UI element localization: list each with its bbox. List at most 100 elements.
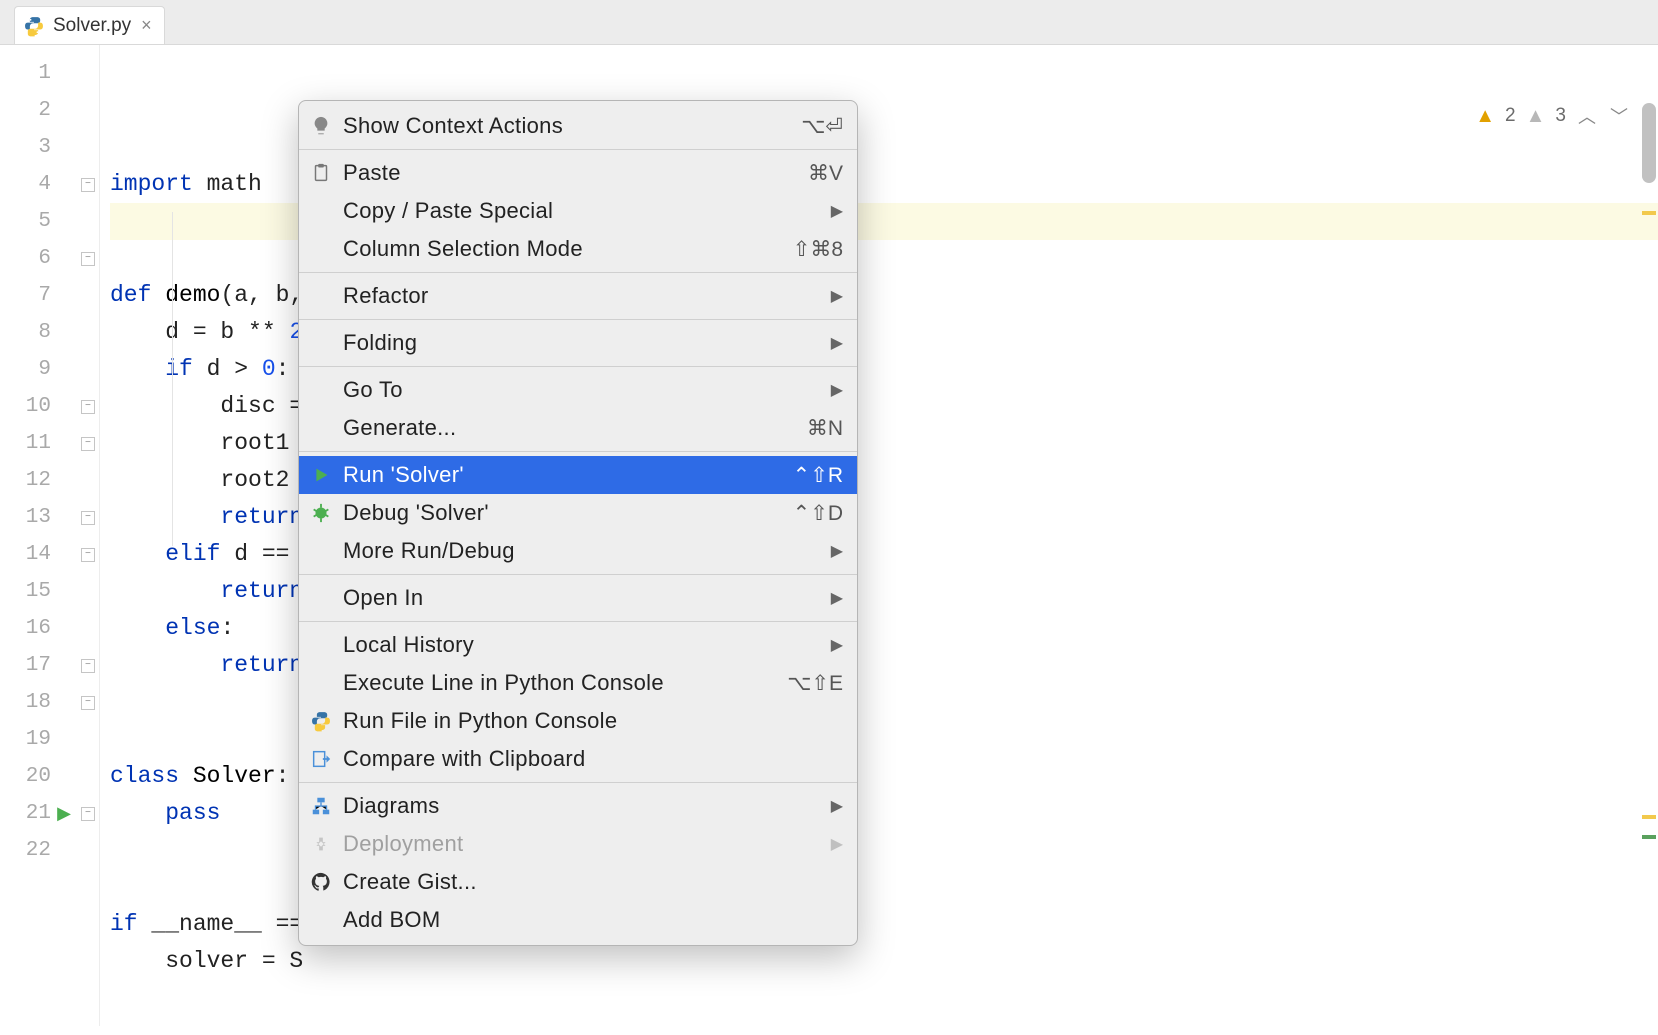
blank-icon [309,633,333,657]
line-number: 21−▶ [0,795,99,832]
menu-item-column-selection-mode[interactable]: Column Selection Mode⇧⌘8 [299,230,857,268]
menu-item-add-bom[interactable]: Add BOM [299,901,857,939]
scrollbar-ok-mark [1642,835,1656,839]
line-number: 22 [0,832,99,869]
menu-separator [299,319,857,320]
line-number: 3 [0,129,99,166]
menu-item-debug-solver[interactable]: Debug 'Solver' ⌃⇧D [299,494,857,532]
fold-handle-icon[interactable]: − [81,400,95,414]
chevron-up-icon[interactable]: ︿ [1576,103,1598,129]
menu-item-shortcut: ⌥⏎ [801,114,843,139]
file-tab[interactable]: Solver.py × [14,6,165,44]
menu-item-label: Paste [343,160,798,186]
fold-handle-icon[interactable]: − [81,807,95,821]
menu-item-label: Run 'Solver' [343,462,783,488]
fold-handle-icon[interactable]: − [81,548,95,562]
vertical-scrollbar[interactable] [1642,95,1656,1035]
menu-item-label: Column Selection Mode [343,236,783,262]
github-icon [309,870,333,894]
menu-item-label: Generate... [343,415,797,441]
scrollbar-thumb[interactable] [1642,103,1656,183]
fold-handle-icon[interactable]: − [81,659,95,673]
inspection-widget[interactable]: ▲ 2 ▲ 3 ︿ ﹀ [1475,103,1630,129]
menu-item-go-to[interactable]: Go To ▶ [299,371,857,409]
fold-handle-icon[interactable]: − [81,511,95,525]
line-number: 20 [0,758,99,795]
line-number: 5 [0,203,99,240]
fold-handle-icon[interactable]: − [81,178,95,192]
submenu-arrow-icon: ▶ [831,541,843,561]
menu-item-diagrams[interactable]: Diagrams▶ [299,787,857,825]
fold-handle-icon[interactable]: − [81,252,95,266]
python-icon [309,709,333,733]
blank-icon [309,908,333,932]
menu-item-create-gist[interactable]: Create Gist... [299,863,857,901]
menu-item-local-history[interactable]: Local History▶ [299,626,857,664]
line-number: 10− [0,388,99,425]
menu-item-show-context-actions[interactable]: Show Context Actions⌥⏎ [299,107,857,145]
context-menu: Show Context Actions⌥⏎ Paste ⌘V Copy / Past… [298,100,858,946]
submenu-arrow-icon: ▶ [831,286,843,306]
menu-item-open-in[interactable]: Open In▶ [299,579,857,617]
menu-item-compare-with-clipboard[interactable]: Compare with Clipboard [299,740,857,778]
clipboard-icon [309,161,333,185]
line-number: 13− [0,499,99,536]
menu-item-label: Create Gist... [343,869,843,895]
menu-item-more-run-debug[interactable]: More Run/Debug▶ [299,532,857,570]
submenu-arrow-icon: ▶ [831,796,843,816]
weak-warning-icon: ▲ [1526,105,1546,128]
menu-separator [299,574,857,575]
line-number: 17− [0,647,99,684]
warning-count: 2 [1505,105,1516,127]
submenu-arrow-icon: ▶ [831,333,843,353]
line-number: 15 [0,573,99,610]
close-tab-icon[interactable]: × [139,15,154,36]
indent-guide [172,212,173,546]
menu-separator [299,272,857,273]
run-icon [309,463,333,487]
menu-item-shortcut: ⌃⇧D [793,501,843,526]
menu-item-run-solver[interactable]: Run 'Solver'⌃⇧R [299,456,857,494]
bulb-icon [309,114,333,138]
blank-icon [309,539,333,563]
chevron-down-icon[interactable]: ﹀ [1608,103,1630,129]
line-number: 19 [0,721,99,758]
menu-separator [299,621,857,622]
blank-icon [309,331,333,355]
menu-item-generate[interactable]: Generate...⌘N [299,409,857,447]
menu-item-label: Go To [343,377,821,403]
weak-warning-count: 3 [1555,105,1566,127]
menu-item-label: Add BOM [343,907,843,933]
code-line[interactable]: solver = S [110,943,1658,980]
menu-item-refactor[interactable]: Refactor▶ [299,277,857,315]
menu-separator [299,366,857,367]
menu-item-copy-paste-special[interactable]: Copy / Paste Special ▶ [299,192,857,230]
debug-icon [309,501,333,525]
submenu-arrow-icon: ▶ [831,834,843,854]
blank-icon [309,671,333,695]
menu-item-label: Debug 'Solver' [343,500,783,526]
gutter: 1234−56−78910−11−1213−14−151617−18−19202… [0,45,100,1026]
diagram-icon [309,794,333,818]
menu-item-execute-line-in-python-console[interactable]: Execute Line in Python Console⌥⇧E [299,664,857,702]
menu-item-folding[interactable]: Folding▶ [299,324,857,362]
scrollbar-warning-mark [1642,815,1656,819]
run-gutter-icon[interactable]: ▶ [57,803,71,825]
submenu-arrow-icon: ▶ [831,588,843,608]
menu-item-paste[interactable]: Paste ⌘V [299,154,857,192]
menu-item-shortcut: ⌥⇧E [787,671,843,696]
python-file-icon [23,15,45,37]
submenu-arrow-icon: ▶ [831,380,843,400]
menu-item-label: Deployment [343,831,821,857]
line-number: 14− [0,536,99,573]
deploy-icon [309,832,333,856]
warning-icon: ▲ [1475,105,1495,128]
fold-handle-icon[interactable]: − [81,696,95,710]
menu-item-shortcut: ⌘V [808,161,843,186]
fold-handle-icon[interactable]: − [81,437,95,451]
line-number: 16 [0,610,99,647]
menu-item-label: Copy / Paste Special [343,198,821,224]
scrollbar-warning-mark [1642,211,1656,215]
menu-item-run-file-in-python-console[interactable]: Run File in Python Console [299,702,857,740]
submenu-arrow-icon: ▶ [831,201,843,221]
